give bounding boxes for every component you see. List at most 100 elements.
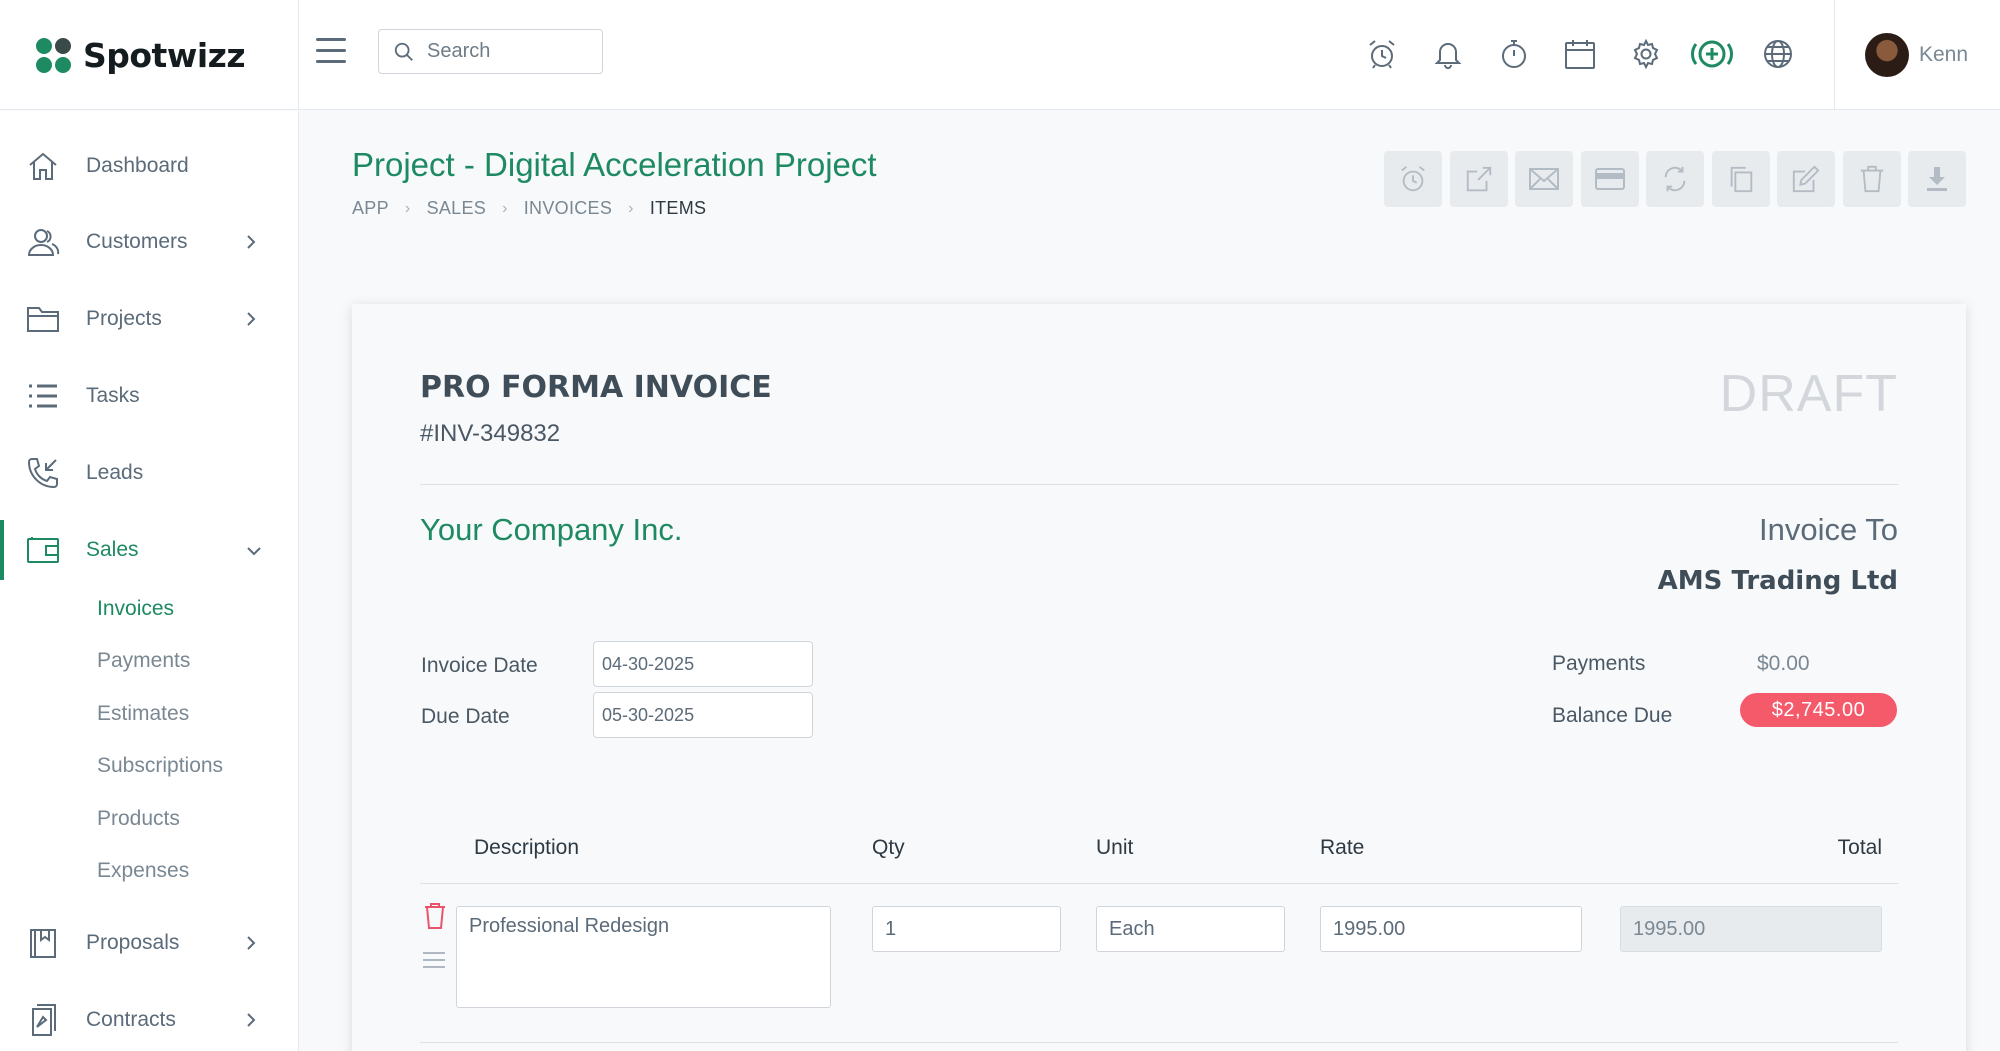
users-icon — [26, 225, 60, 259]
sidebar-item-label: Proposals — [86, 931, 180, 954]
delete-row-trash-icon[interactable] — [424, 902, 446, 930]
sidebar-item-proposals[interactable]: Proposals — [0, 913, 299, 973]
sidebar-sub-item-payments[interactable]: Payments — [97, 649, 190, 673]
breadcrumb-item[interactable]: INVOICES — [524, 198, 612, 219]
email-button[interactable] — [1515, 151, 1573, 207]
sidebar-sub-item-subscriptions[interactable]: Subscriptions — [97, 754, 223, 778]
wallet-icon — [26, 533, 60, 567]
drag-handle-icon[interactable] — [423, 952, 447, 970]
company-name: Your Company Inc. — [420, 512, 683, 547]
brand-logo[interactable]: Spotwizz — [0, 0, 299, 110]
chevron-right-icon: › — [404, 199, 411, 217]
calendar-icon[interactable] — [1558, 32, 1602, 76]
gear-icon[interactable] — [1624, 32, 1668, 76]
bell-icon[interactable] — [1426, 32, 1470, 76]
download-icon — [1927, 167, 1947, 191]
chevron-right-icon — [247, 235, 256, 249]
search-icon — [394, 42, 413, 61]
breadcrumb: APP › SALES › INVOICES › ITEMS — [352, 198, 706, 219]
sidebar-item-tasks[interactable]: Tasks — [0, 366, 299, 426]
copy-icon — [1730, 166, 1752, 193]
credit-card-icon — [1594, 168, 1625, 190]
item-rate-input[interactable] — [1320, 906, 1582, 952]
clone-button[interactable] — [1711, 151, 1770, 207]
reminder-button[interactable] — [1384, 151, 1442, 207]
invoice-date-label: Invoice Date — [421, 654, 538, 677]
invoice-number: #INV-349832 — [420, 420, 561, 447]
folder-icon — [26, 302, 60, 336]
item-unit-input[interactable] — [1096, 906, 1285, 952]
delete-button[interactable] — [1842, 151, 1901, 207]
breadcrumb-item[interactable]: SALES — [427, 198, 487, 219]
list-icon — [26, 379, 60, 413]
sidebar-item-projects[interactable]: Projects — [0, 289, 299, 349]
payments-value: $0.00 — [1757, 652, 1810, 675]
book-icon — [26, 926, 60, 960]
sidebar-item-contracts[interactable]: Contracts — [0, 990, 299, 1050]
sidebar-sub-item-products[interactable]: Products — [97, 807, 180, 831]
sidebar-item-label: Dashboard — [86, 154, 189, 177]
logo-mark-icon — [36, 37, 71, 73]
column-header-total: Total — [1837, 836, 1882, 859]
sidebar-sub-item-expenses[interactable]: Expenses — [97, 859, 189, 883]
hamburger-menu-icon[interactable] — [316, 38, 348, 68]
sidebar-sub-item-estimates[interactable]: Estimates — [97, 702, 189, 726]
share-button[interactable] — [1449, 151, 1508, 207]
item-description-input[interactable]: Professional Redesign — [456, 906, 831, 1008]
add-circle-icon[interactable] — [1690, 32, 1734, 76]
contract-icon — [26, 1003, 60, 1037]
edit-icon — [1792, 165, 1820, 193]
search-input[interactable] — [427, 40, 587, 63]
share-icon — [1466, 166, 1491, 192]
user-name: Kenn — [1919, 43, 1969, 66]
incoming-call-icon — [26, 456, 60, 490]
breadcrumb-item[interactable]: APP — [352, 198, 389, 219]
column-header-rate: Rate — [1320, 836, 1365, 859]
edit-button[interactable] — [1777, 151, 1835, 207]
refresh-icon — [1664, 166, 1686, 192]
sidebar-item-sales[interactable]: Sales — [0, 520, 299, 580]
client-name[interactable]: AMS Trading Ltd — [1658, 566, 1898, 596]
download-button[interactable] — [1908, 151, 1966, 207]
top-icon-bar — [1360, 32, 1822, 76]
recurring-button[interactable] — [1646, 151, 1704, 207]
chevron-right-icon: › — [628, 199, 634, 217]
item-qty-input[interactable] — [872, 906, 1061, 952]
chevron-right-icon: › — [502, 199, 508, 217]
stopwatch-icon[interactable] — [1492, 32, 1536, 76]
top-bar: Spotwizz Kenn — [0, 0, 2000, 110]
sidebar-item-label: Contracts — [86, 1008, 176, 1031]
page-title: Project - Digital Acceleration Project — [352, 146, 877, 183]
sidebar-item-dashboard[interactable]: Dashboard — [0, 136, 299, 196]
invoice-action-bar — [1384, 151, 1974, 207]
alarm-clock-icon[interactable] — [1360, 32, 1404, 76]
chevron-right-icon — [247, 312, 256, 326]
status-badge: DRAFT — [1719, 365, 1898, 423]
breadcrumb-current: ITEMS — [649, 198, 707, 218]
invoice-card: PRO FORMA INVOICE #INV-349832 DRAFT Your… — [352, 304, 1966, 1051]
trash-icon — [1860, 165, 1883, 193]
balance-due-label: Balance Due — [1552, 704, 1673, 727]
payments-label: Payments — [1552, 652, 1646, 675]
chevron-down-icon — [247, 547, 261, 556]
globe-icon[interactable] — [1756, 32, 1800, 76]
invoice-date-field[interactable] — [593, 641, 813, 687]
due-date-field[interactable] — [593, 692, 813, 738]
user-menu[interactable]: Kenn — [1834, 0, 2000, 110]
chevron-right-icon — [247, 936, 256, 950]
sidebar-item-label: Sales — [86, 538, 139, 561]
column-header-description: Description — [474, 836, 580, 859]
column-header-unit: Unit — [1096, 836, 1134, 859]
invoice-title: PRO FORMA INVOICE — [420, 370, 772, 405]
search-box[interactable] — [378, 29, 603, 74]
sidebar-item-label: Leads — [86, 461, 144, 484]
avatar — [1865, 33, 1909, 77]
item-total-field — [1620, 906, 1882, 952]
sidebar-item-customers[interactable]: Customers — [0, 212, 299, 272]
envelope-icon — [1529, 168, 1559, 190]
payment-button[interactable] — [1580, 151, 1639, 207]
sidebar-sub-item-invoices[interactable]: Invoices — [97, 597, 174, 621]
balance-due-badge: $2,745.00 — [1740, 693, 1897, 727]
sidebar-item-leads[interactable]: Leads — [0, 443, 299, 503]
chevron-right-icon — [247, 1013, 256, 1027]
